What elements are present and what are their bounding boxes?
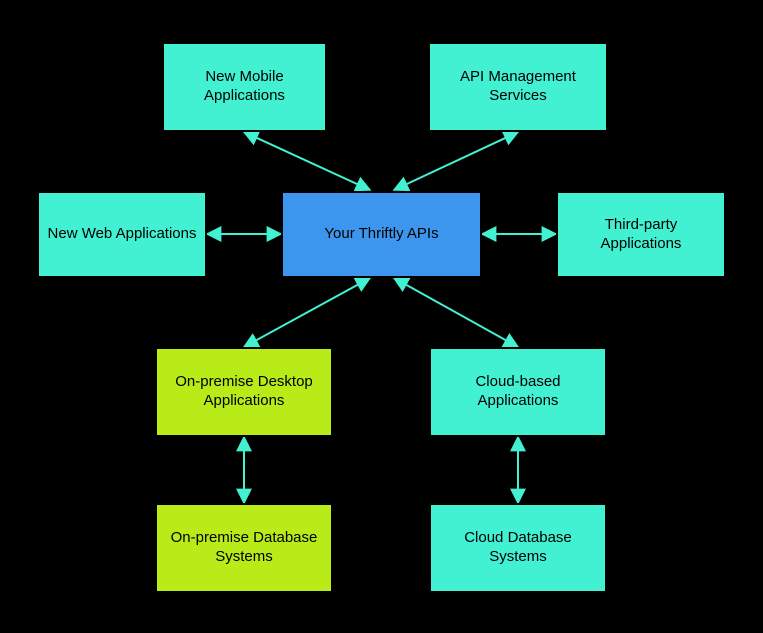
connectors-layer bbox=[0, 0, 763, 633]
node-label: New Web Applications bbox=[48, 225, 197, 244]
node-new-mobile: New Mobile Applications bbox=[162, 42, 327, 132]
node-label: New Mobile Applications bbox=[170, 68, 319, 106]
node-label: Cloud-based Applications bbox=[437, 373, 599, 411]
node-label: Cloud Database Systems bbox=[437, 529, 599, 567]
node-onprem-db: On-premise Database Systems bbox=[155, 503, 333, 593]
node-cloud-db: Cloud Database Systems bbox=[429, 503, 607, 593]
node-label: On-premise Desktop Applications bbox=[163, 373, 325, 411]
edge-onprem-desktop-to-hub bbox=[244, 278, 370, 347]
edge-cloud-apps-to-hub bbox=[394, 278, 518, 347]
node-api-mgmt: API Management Services bbox=[428, 42, 608, 132]
node-thriftly-apis: Your Thriftly APIs bbox=[281, 191, 482, 278]
node-new-web: New Web Applications bbox=[37, 191, 207, 278]
node-cloud-apps: Cloud-based Applications bbox=[429, 347, 607, 437]
node-label: API Management Services bbox=[436, 68, 600, 106]
node-onprem-desktop: On-premise Desktop Applications bbox=[155, 347, 333, 437]
node-label: Third-party Applications bbox=[564, 216, 718, 254]
node-third-party: Third-party Applications bbox=[556, 191, 726, 278]
node-label: On-premise Database Systems bbox=[163, 529, 325, 567]
node-label: Your Thriftly APIs bbox=[324, 225, 438, 244]
edge-api-mgmt-to-hub bbox=[394, 132, 518, 190]
edge-new-mobile-to-hub bbox=[244, 132, 370, 190]
